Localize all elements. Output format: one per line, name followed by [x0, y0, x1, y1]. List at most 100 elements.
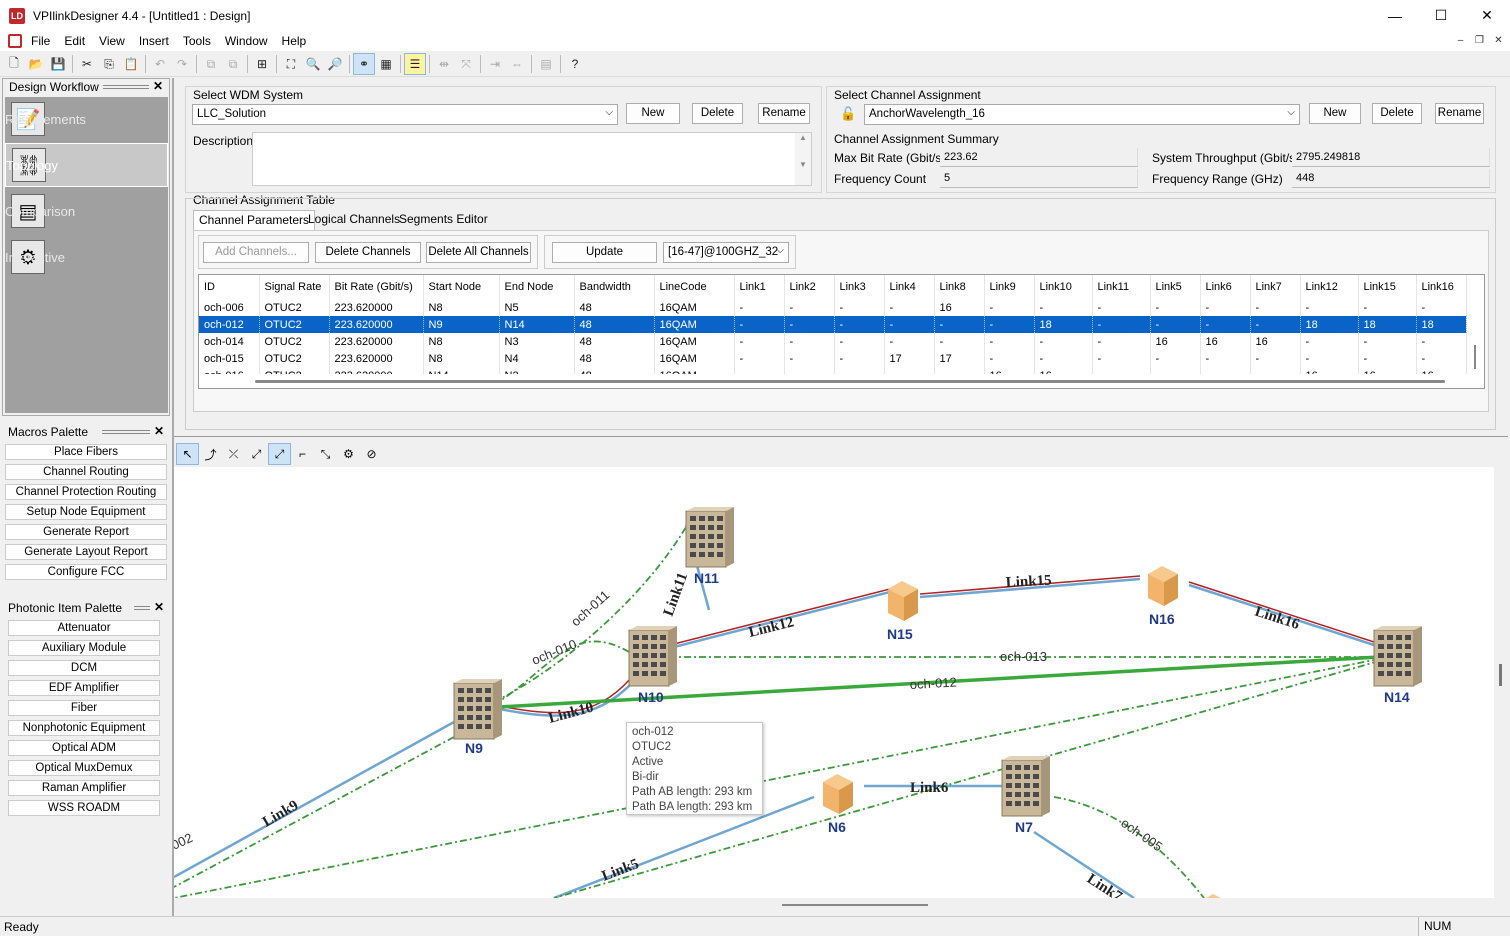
column-header[interactable]: Link1 [734, 275, 785, 299]
workflow-comparison[interactable]: ▤ Comparison [5, 189, 168, 233]
assignment-new-button[interactable]: New [1309, 103, 1361, 124]
mdi-close-icon[interactable]: ✕ [1491, 33, 1506, 48]
wdm-rename-button[interactable]: Rename [758, 103, 810, 124]
wdm-new-button[interactable]: New [626, 103, 680, 124]
table-row[interactable]: och-015 OTUC2 223.620000 N8 N4 48 16QAM - - -17 17… [199, 350, 1467, 367]
align-icon[interactable]: ⇹ [433, 53, 455, 75]
tab-segments-editor[interactable]: Segments Editor [394, 210, 493, 230]
column-header[interactable]: Bandwidth [574, 275, 655, 299]
workflow-topology[interactable]: ⛓ Topology [5, 143, 168, 187]
close-icon[interactable]: ✕ [153, 79, 163, 93]
table-row[interactable]: och-006 OTUC2 223.620000 N8 N5 48 16QAM - - - -16-… [199, 299, 1467, 316]
maximize-button[interactable]: ☐ [1418, 0, 1464, 31]
connect-icon[interactable]: ⇥ [484, 53, 506, 75]
frequency-grid-select[interactable]: [16-47]@100GHZ_32 ⌵ [663, 242, 789, 263]
menu-tools[interactable]: Tools [176, 34, 218, 48]
macro-channel-routing[interactable]: Channel Routing [5, 464, 167, 480]
table-row[interactable]: och-014 OTUC2 223.620000 N8 N3 48 16QAM - - - - - - -… [199, 333, 1467, 350]
tab-channel-parameters[interactable]: Channel Parameters [193, 210, 316, 230]
column-header[interactable]: Link12 [1300, 275, 1359, 299]
column-header[interactable]: Link8 [934, 275, 985, 299]
macro-configure-fcc[interactable]: Configure FCC [5, 564, 167, 580]
topology-canvas[interactable]: N11 N15 N16 N10 N14 N9 N6 N7 Link11 Link… [174, 467, 1494, 898]
menu-window[interactable]: Window [218, 34, 275, 48]
zoom-out-icon[interactable]: 🔎 [324, 53, 346, 75]
macro-generate-report[interactable]: Generate Report [5, 524, 167, 540]
column-header[interactable]: Link11 [1092, 275, 1151, 299]
column-header[interactable]: Link15 [1358, 275, 1417, 299]
assignment-delete-button[interactable]: Delete [1372, 103, 1422, 124]
item-auxiliary-module[interactable]: Auxiliary Module [8, 640, 160, 656]
column-header[interactable]: Bit Rate (Gbit/s) [329, 275, 424, 299]
menu-view[interactable]: View [92, 34, 132, 48]
close-icon[interactable]: ✕ [154, 424, 164, 438]
bend-link-icon[interactable]: ⌐ [291, 443, 314, 465]
lock-icon[interactable]: 🔓 [840, 106, 856, 122]
help-icon[interactable]: ? [564, 53, 586, 75]
column-header[interactable]: Link10 [1034, 275, 1093, 299]
column-header[interactable]: Link4 [884, 275, 935, 299]
wdm-delete-button[interactable]: Delete [692, 103, 743, 124]
copy-icon[interactable]: ⎘ [98, 53, 120, 75]
node-settings-icon[interactable]: ⚙ [337, 443, 360, 465]
item-wss-roadm[interactable]: WSS ROADM [8, 800, 160, 816]
layout-icon[interactable]: ⊞ [251, 53, 273, 75]
macro-place-fibers[interactable]: Place Fibers [5, 444, 167, 460]
table-vertical-scrollbar[interactable] [1474, 345, 1476, 369]
split-icon[interactable]: ⇔ [506, 53, 528, 75]
undo-icon[interactable]: ↶ [149, 53, 171, 75]
update-button[interactable]: Update [552, 242, 657, 263]
column-header[interactable]: Start Node [423, 275, 500, 299]
menu-file[interactable]: File [24, 34, 57, 48]
table-horizontal-scrollbar[interactable] [199, 374, 1484, 388]
table-row[interactable]: och-012 OTUC2 223.620000 N9 N14 48 16QAM - - - - - -… [199, 316, 1467, 333]
column-header[interactable]: Link16 [1416, 275, 1467, 299]
macro-setup-node-equipment[interactable]: Setup Node Equipment [5, 504, 167, 520]
item-fiber[interactable]: Fiber [8, 700, 160, 716]
column-header[interactable]: Link7 [1250, 275, 1301, 299]
select-pointer-icon[interactable]: ↖ [176, 443, 199, 465]
description-field[interactable]: ▲ ▼ [252, 132, 812, 186]
path-icon[interactable]: ⤡ [314, 443, 337, 465]
open-folder-icon[interactable]: 📂 [25, 53, 47, 75]
column-header[interactable]: Link3 [834, 275, 885, 299]
route-channel-icon[interactable]: ⤢ [268, 443, 291, 465]
canvas-vertical-scrollbar[interactable] [1494, 440, 1508, 898]
column-header[interactable]: Link2 [784, 275, 835, 299]
group-icon[interactable]: ⧉ [200, 53, 222, 75]
menu-edit[interactable]: Edit [57, 34, 92, 48]
close-icon[interactable]: ✕ [154, 600, 164, 614]
mdi-minimize-icon[interactable]: – [1453, 33, 1468, 48]
item-optical-muxdemux[interactable]: Optical MuxDemux [8, 760, 160, 776]
delete-link-icon[interactable]: ⤫ [222, 443, 245, 465]
column-header[interactable]: Link6 [1200, 275, 1251, 299]
paste-icon[interactable]: 📋 [120, 53, 142, 75]
save-icon[interactable]: 💾 [47, 53, 69, 75]
item-edf-amplifier[interactable]: EDF Amplifier [8, 680, 160, 696]
column-header[interactable]: End Node [499, 275, 575, 299]
fit-view-icon[interactable]: ⛶ [280, 53, 302, 75]
column-header[interactable]: Link9 [984, 275, 1035, 299]
topology-view-icon[interactable]: ⚭ [353, 53, 375, 75]
block-icon[interactable]: ⊘ [360, 443, 383, 465]
add-channels-button[interactable]: Add Channels... [203, 242, 309, 263]
close-button[interactable]: ✕ [1464, 0, 1510, 31]
assignment-rename-button[interactable]: Rename [1435, 103, 1484, 124]
minimize-button[interactable]: — [1372, 0, 1418, 31]
menu-insert[interactable]: Insert [132, 34, 176, 48]
column-header[interactable]: Signal Rate [259, 275, 330, 299]
ungroup-icon[interactable]: ⧉ [222, 53, 244, 75]
redo-icon[interactable]: ↷ [171, 53, 193, 75]
properties-icon[interactable]: ▤ [535, 53, 557, 75]
column-header[interactable]: ID [199, 275, 260, 299]
tab-logical-channels[interactable]: Logical Channels [303, 210, 405, 230]
table-view-icon[interactable]: ☰ [404, 53, 426, 75]
route-icon[interactable]: ⤢ [245, 443, 268, 465]
item-optical-adm[interactable]: Optical ADM [8, 740, 160, 756]
menu-help[interactable]: Help [275, 34, 314, 48]
delete-channels-button[interactable]: Delete Channels [315, 242, 421, 263]
macro-generate-layout-report[interactable]: Generate Layout Report [5, 544, 167, 560]
item-dcm[interactable]: DCM [8, 660, 160, 676]
macro-channel-protection-routing[interactable]: Channel Protection Routing [5, 484, 167, 500]
item-raman-amplifier[interactable]: Raman Amplifier [8, 780, 160, 796]
